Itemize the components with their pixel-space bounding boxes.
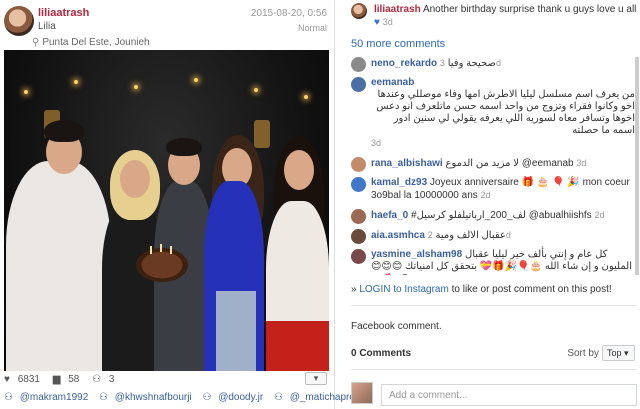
post-full-name: Lilia	[38, 21, 56, 32]
comment-username[interactable]: kamal_dz93	[371, 177, 427, 188]
comment-username[interactable]: yasmine_alsham98	[371, 249, 462, 260]
comments-list[interactable]: neno_rekardo صحيحة وفيا 3d eemanab من يعر…	[351, 57, 639, 275]
comment-text: #لف_200_ارباتيلفلو كرسيل @abualhiishfs	[411, 210, 592, 221]
post-panel: liliaatrash 2015-08-20, 0:56 Lilia Norma…	[0, 0, 371, 409]
caption-age: 3d	[382, 17, 393, 27]
comment-age: 3d	[371, 138, 382, 148]
comment-username[interactable]: aia.asmhca	[371, 230, 425, 241]
comment-item: rana_albishawi لا مزيد من الدموع @eemana…	[351, 157, 635, 172]
tag-0[interactable]: ⚇ @makram1992	[4, 392, 92, 403]
tag-icon: ⚇	[202, 392, 212, 403]
other-stat: ⚇ 3	[92, 374, 119, 385]
commenter-avatar[interactable]	[351, 157, 366, 172]
post-stats: ♥ 6831 ▆ 58 ⚇ 3 ▾	[4, 372, 331, 388]
login-link[interactable]: LOGIN to Instagram	[359, 284, 448, 295]
commenter-avatar[interactable]	[351, 249, 366, 264]
comments-count: 58	[68, 374, 80, 385]
post-header: liliaatrash 2015-08-20, 0:56 Lilia Norma…	[4, 4, 331, 50]
comment-item: aia.asmhca عقبال الالف ومية 2d	[351, 229, 635, 244]
tag-icon: ⚇	[273, 392, 283, 403]
comments-panel: liliaatrash Another birthday surprise th…	[346, 0, 640, 409]
caption-avatar[interactable]	[351, 3, 367, 19]
birthday-cake	[136, 248, 188, 282]
commenter-avatar[interactable]	[351, 229, 366, 244]
comment-item: eemanab من يعرف اسم مسلسل ليليا الاطرش ا…	[351, 77, 635, 150]
facebook-comment-input: Add a comment...	[351, 380, 637, 406]
login-prompt: » LOGIN to Instagram to like or post com…	[351, 284, 612, 295]
tag-icon: ⚇	[4, 392, 13, 403]
location-pin-icon: ⚲	[32, 37, 40, 48]
comment-icon: ▆	[52, 374, 61, 385]
caption-text: Another birthday surprise thank u guys l…	[422, 4, 637, 15]
add-comment-field[interactable]: Add a comment...	[381, 384, 637, 406]
chevron-down-icon: ▾	[624, 348, 629, 358]
comments-stat[interactable]: ▆ 58	[53, 374, 85, 385]
sort-by-label: Sort by	[567, 348, 599, 359]
likes-stat[interactable]: ♥ 6831	[4, 374, 45, 385]
tag-icon: ⚇	[99, 392, 109, 403]
post-username[interactable]: liliaatrash	[38, 7, 89, 19]
comment-username[interactable]: neno_rekardo	[371, 58, 437, 69]
facebook-comments-bar: 0 Comments Sort by Top ▾	[351, 338, 637, 370]
commenter-avatar[interactable]	[351, 77, 366, 92]
person-icon: ⚇	[92, 374, 102, 385]
comment-age: 2d	[594, 210, 605, 220]
chevron-right-icon: »	[351, 284, 357, 295]
post-filter: Normal	[297, 23, 327, 33]
commenter-avatar[interactable]	[351, 177, 366, 192]
login-rest: to like or post comment on this post!	[448, 284, 612, 295]
commenter-avatar[interactable]	[351, 209, 366, 224]
comment-item: kamal_dz93 Joyeux anniversaire 🎁 🎂 🎈 🎉 m…	[351, 177, 635, 202]
commenter-avatar	[351, 382, 373, 404]
comment-item: yasmine_alsham98 كل عام و إنتي بألف خير …	[351, 249, 635, 275]
comment-text: صحيحة وفيا	[447, 58, 496, 69]
facebook-comments-title: Facebook comment.	[351, 321, 442, 332]
likes-count: 6831	[17, 374, 40, 385]
post-location[interactable]: ⚲ Punta Del Este, Jounieh	[32, 37, 150, 48]
comment-text: عقبال الالف ومية	[435, 230, 506, 241]
tagged-users: ⚇ @makram1992 ⚇ @khwshnafbourji ⚇ @doody…	[4, 392, 379, 403]
sort-select[interactable]: Top ▾	[602, 345, 635, 361]
tag-2[interactable]: ⚇ @doody.jr	[202, 392, 267, 403]
comment-text: لا مزيد من الدموع @eemanab	[445, 158, 574, 169]
comment-username[interactable]: rana_albishawi	[371, 158, 443, 169]
caption-username[interactable]: liliaatrash	[374, 4, 421, 15]
location-label: Punta Del Este, Jounieh	[42, 37, 150, 48]
comment-username[interactable]: haefa_0	[371, 210, 408, 221]
tag-1[interactable]: ⚇ @khwshnafbourji	[99, 392, 196, 403]
comment-age: 2d	[480, 190, 491, 200]
comment-username[interactable]: eemanab	[371, 77, 414, 88]
facebook-comment-count: 0 Comments	[351, 348, 412, 359]
comment-age: 3d	[576, 158, 587, 168]
comment-item: haefa_0 #لف_200_ارباتيلفلو كرسيل @abualh…	[351, 209, 635, 224]
divider	[351, 305, 637, 306]
post-date: 2015-08-20, 0:56	[250, 8, 327, 19]
other-count: 3	[108, 374, 115, 385]
more-options-button[interactable]: ▾	[305, 372, 327, 385]
comment-text: من يعرف اسم مسلسل ليليا الاطرش امها وفاء…	[376, 89, 635, 136]
avatar[interactable]	[4, 6, 34, 36]
blue-heart-icon: ♥	[374, 17, 380, 28]
more-comments-link[interactable]: 50 more comments	[351, 38, 445, 50]
caption: liliaatrash Another birthday surprise th…	[351, 3, 637, 29]
post-photo[interactable]	[4, 50, 329, 371]
heart-icon: ♥	[4, 374, 10, 385]
commenter-avatar[interactable]	[351, 57, 366, 72]
comment-item: neno_rekardo صحيحة وفيا 3d	[351, 57, 635, 72]
